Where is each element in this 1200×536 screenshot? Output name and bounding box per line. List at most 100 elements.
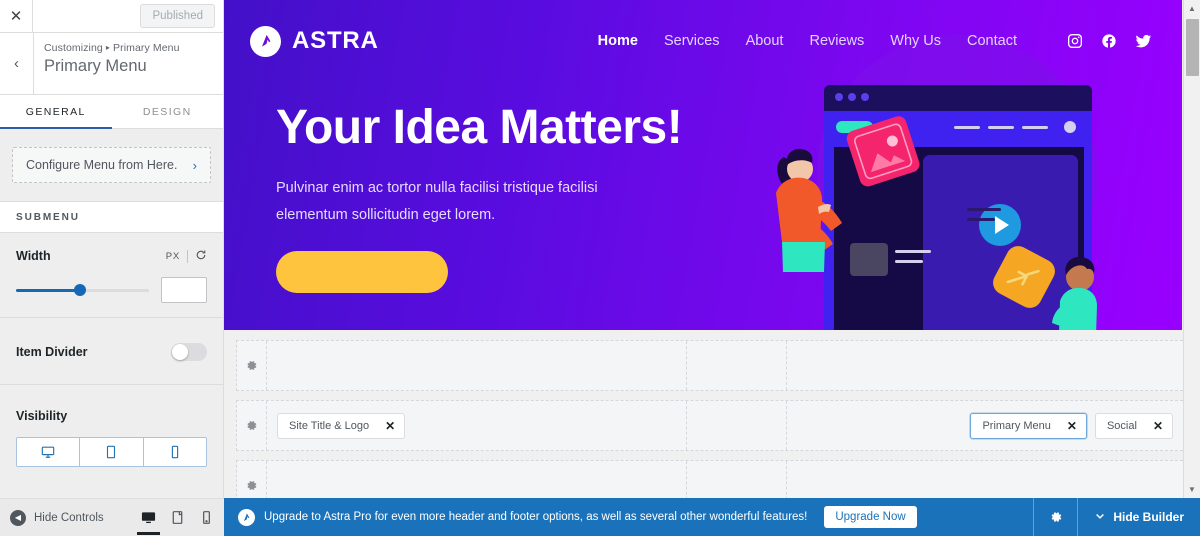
builder-zone-right[interactable] xyxy=(787,341,1187,390)
facebook-icon[interactable] xyxy=(1101,33,1117,49)
remove-icon[interactable]: ✕ xyxy=(1067,420,1077,432)
astra-logo-icon xyxy=(238,508,255,526)
builder-zone-center[interactable] xyxy=(687,341,787,390)
social-icons xyxy=(1067,33,1152,50)
width-label: Width xyxy=(16,249,51,263)
remove-icon[interactable]: ✕ xyxy=(1153,420,1163,432)
reset-icon[interactable] xyxy=(195,249,207,263)
nav-item-about[interactable]: About xyxy=(746,33,784,49)
breadcrumb-root[interactable]: Customizing xyxy=(44,42,103,54)
remove-icon[interactable]: ✕ xyxy=(385,420,395,432)
device-preview-icons xyxy=(137,510,214,535)
builder-zone-center[interactable] xyxy=(687,401,787,450)
collapse-icon: ◀ xyxy=(10,509,26,526)
primary-menu: Home Services About Reviews Why Us Conta… xyxy=(598,33,1152,50)
twitter-icon[interactable] xyxy=(1135,33,1152,50)
site-preview: ASTRA Home Services About Reviews Why Us… xyxy=(224,0,1200,536)
scroll-up-arrow-icon[interactable]: ▲ xyxy=(1184,0,1200,17)
unit-px-button[interactable]: PX xyxy=(166,251,180,262)
unit-divider xyxy=(187,249,188,263)
builder-row-above xyxy=(236,340,1188,391)
page-title: Primary Menu xyxy=(44,57,147,75)
astra-glyph-icon xyxy=(240,510,253,524)
configure-menu-button[interactable]: Configure Menu from Here. › xyxy=(12,147,211,183)
gear-icon[interactable] xyxy=(237,401,267,450)
hero-subtitle-line-2: elementum sollicitudin eget lorem. xyxy=(276,206,496,223)
published-button[interactable]: Published xyxy=(140,4,215,28)
chevron-right-icon: › xyxy=(192,157,197,173)
configure-menu-label: Configure Menu from Here. xyxy=(26,158,178,172)
toggle-knob xyxy=(172,344,188,360)
preview-desktop-icon[interactable] xyxy=(137,510,160,535)
builder-item-primary-menu[interactable]: Primary Menu ✕ xyxy=(970,412,1087,439)
width-slider[interactable] xyxy=(16,283,149,297)
scroll-down-arrow-icon[interactable]: ▼ xyxy=(1184,481,1200,498)
builder-row-primary: Site Title & Logo ✕ Primary Menu ✕ Socia… xyxy=(236,400,1188,451)
tab-design[interactable]: DESIGN xyxy=(112,95,224,128)
hide-builder-button[interactable]: Hide Builder xyxy=(1077,498,1200,536)
site-brand[interactable]: ASTRA xyxy=(250,25,379,57)
hero-content: Your Idea Matters! Pulvinar enim ac tort… xyxy=(224,82,1182,293)
width-input[interactable] xyxy=(161,277,207,303)
item-divider-control: Item Divider xyxy=(0,318,223,385)
breadcrumb-current: Primary Menu xyxy=(113,42,180,54)
visibility-control: Visibility xyxy=(0,385,223,481)
chip-label: Site Title & Logo xyxy=(289,419,370,432)
visibility-button-group xyxy=(16,437,207,467)
hide-controls-button[interactable]: ◀ Hide Controls xyxy=(10,509,104,526)
width-control: Width PX xyxy=(0,233,223,318)
breadcrumb: Customizing ▸ Primary Menu xyxy=(44,42,180,54)
hero-subtitle: Pulvinar enim ac tortor nulla facilisi t… xyxy=(276,175,1182,229)
item-divider-toggle[interactable] xyxy=(171,343,207,361)
nav-item-reviews[interactable]: Reviews xyxy=(809,33,864,49)
tab-general[interactable]: GENERAL xyxy=(0,95,112,129)
upgrade-text: Upgrade to Astra Pro for even more heade… xyxy=(264,511,808,523)
nav-item-contact[interactable]: Contact xyxy=(967,33,1017,49)
submenu-section-heading: SUBMENU xyxy=(0,201,223,233)
builder-item-social[interactable]: Social ✕ xyxy=(1094,412,1173,439)
builder-zone-right[interactable]: Primary Menu ✕ Social ✕ xyxy=(787,401,1187,450)
nav-item-home[interactable]: Home xyxy=(598,33,638,49)
hero-section: ASTRA Home Services About Reviews Why Us… xyxy=(224,0,1182,330)
hide-builder-label: Hide Builder xyxy=(1113,510,1184,524)
item-divider-label: Item Divider xyxy=(16,345,88,359)
width-unit-group: PX xyxy=(166,249,207,263)
preview-mobile-icon[interactable] xyxy=(199,510,214,525)
panel-tabs: GENERAL DESIGN xyxy=(0,95,223,129)
scrollbar-thumb[interactable] xyxy=(1186,19,1199,76)
upgrade-now-button[interactable]: Upgrade Now xyxy=(824,506,917,528)
astra-bottom-bar: Upgrade to Astra Pro for even more heade… xyxy=(224,498,1200,536)
preview-scrollbar[interactable]: ▲ ▼ xyxy=(1183,0,1200,498)
sidebar-footer: ◀ Hide Controls xyxy=(0,498,224,536)
gear-icon[interactable] xyxy=(1033,498,1077,536)
breadcrumb-separator-icon: ▸ xyxy=(105,43,110,52)
hide-controls-label: Hide Controls xyxy=(34,511,104,524)
chip-label: Social xyxy=(1106,419,1137,432)
visibility-tablet-button[interactable] xyxy=(80,438,144,466)
site-header: ASTRA Home Services About Reviews Why Us… xyxy=(224,0,1182,82)
back-button[interactable]: ‹ xyxy=(0,33,34,94)
preview-tablet-icon[interactable] xyxy=(170,510,185,525)
panel-titles: Customizing ▸ Primary Menu Primary Menu xyxy=(34,33,180,94)
instagram-icon[interactable] xyxy=(1067,33,1083,49)
builder-item-site-title-logo[interactable]: Site Title & Logo ✕ xyxy=(277,412,406,439)
gear-icon[interactable] xyxy=(237,341,267,390)
configure-menu-section: Configure Menu from Here. › xyxy=(0,129,223,201)
astra-logo-icon xyxy=(250,25,281,57)
visibility-desktop-button[interactable] xyxy=(17,438,81,466)
visibility-mobile-button[interactable] xyxy=(143,438,206,466)
hero-title: Your Idea Matters! xyxy=(276,101,683,154)
nav-item-services[interactable]: Services xyxy=(664,33,720,49)
visibility-label: Visibility xyxy=(16,409,68,423)
builder-zone-left[interactable]: Site Title & Logo ✕ xyxy=(267,401,687,450)
site-title: ASTRA xyxy=(292,27,379,54)
chevron-down-icon xyxy=(1094,510,1106,525)
slider-thumb[interactable] xyxy=(73,284,86,296)
hero-cta-button[interactable] xyxy=(276,250,448,293)
builder-zone-left[interactable] xyxy=(267,341,687,390)
nav-item-why-us[interactable]: Why Us xyxy=(890,33,941,49)
slider-fill xyxy=(16,289,80,292)
chip-label: Primary Menu xyxy=(982,419,1051,432)
customizer-topbar: ✕ Published xyxy=(0,0,223,33)
close-customizer-button[interactable]: ✕ xyxy=(0,0,33,33)
